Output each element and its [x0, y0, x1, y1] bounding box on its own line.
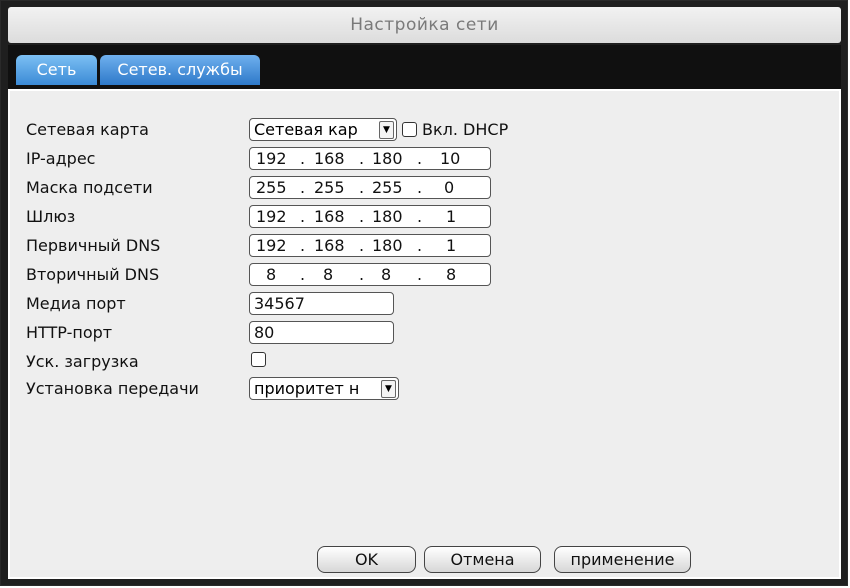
tab-network[interactable]: Сеть [16, 55, 97, 85]
gateway-octet-4[interactable]: 1 [446, 207, 456, 226]
transfer-value: приоритет н [254, 379, 360, 398]
mask-octet-4[interactable]: 0 [444, 178, 454, 197]
mask-octet-3[interactable]: 255 [372, 178, 403, 197]
ok-button[interactable]: OK [317, 546, 416, 573]
dhcp-checkbox[interactable] [402, 122, 417, 137]
chevron-down-icon[interactable]: ▼ [381, 380, 396, 398]
ip-octet-3[interactable]: 180 [372, 149, 403, 168]
dns1-octet-3[interactable]: 180 [372, 236, 403, 255]
http-port-label: HTTP-порт [26, 323, 113, 342]
ip-octet-2[interactable]: 168 [314, 149, 345, 168]
ip-field[interactable]: 192 . 168 . 180 . 10 [249, 147, 491, 170]
network-card-select[interactable]: Сетевая кар ▼ [249, 118, 397, 141]
network-card-value: Сетевая кар [254, 120, 358, 139]
network-card-label: Сетевая карта [26, 120, 149, 139]
mask-field[interactable]: 255 . 255 . 255 . 0 [249, 176, 491, 199]
tab-network-services[interactable]: Сетев. службы [100, 55, 260, 85]
gateway-octet-1[interactable]: 192 [256, 207, 287, 226]
title-bar: Настройка сети [8, 7, 841, 43]
dns2-octet-1[interactable]: 8 [266, 265, 276, 284]
mask-label: Маска подсети [26, 178, 153, 197]
http-port-input[interactable]: 80 [249, 321, 394, 344]
fast-boot-label: Уск. загрузка [26, 352, 139, 371]
fast-boot-checkbox[interactable] [251, 352, 266, 367]
chevron-down-icon[interactable]: ▼ [379, 121, 394, 139]
media-port-label: Медиа порт [26, 294, 126, 313]
dns1-octet-2[interactable]: 168 [314, 236, 345, 255]
gateway-octet-3[interactable]: 180 [372, 207, 403, 226]
ip-octet-1[interactable]: 192 [256, 149, 287, 168]
dns2-octet-3[interactable]: 8 [381, 265, 391, 284]
dns1-label: Первичный DNS [26, 236, 161, 255]
settings-panel: Сетевая карта Сетевая кар ▼ Вкл. DHCP IP… [8, 89, 841, 579]
network-settings-window: Настройка сети Сеть Сетев. службы Сетева… [0, 0, 848, 586]
dns1-field[interactable]: 192 . 168 . 180 . 1 [249, 234, 491, 257]
window-title: Настройка сети [350, 15, 499, 35]
dns2-octet-2[interactable]: 8 [323, 265, 333, 284]
ip-octet-4[interactable]: 10 [440, 149, 460, 168]
transfer-select[interactable]: приоритет н ▼ [249, 377, 399, 400]
dhcp-label: Вкл. DHCP [422, 120, 509, 139]
apply-button[interactable]: применение [554, 546, 691, 573]
tab-bar: Сеть Сетев. службы [8, 45, 841, 89]
mask-octet-2[interactable]: 255 [314, 178, 345, 197]
media-port-input[interactable]: 34567 [249, 292, 394, 315]
dns1-octet-4[interactable]: 1 [446, 236, 456, 255]
dns1-octet-1[interactable]: 192 [256, 236, 287, 255]
dns2-label: Вторичный DNS [26, 265, 160, 284]
gateway-field[interactable]: 192 . 168 . 180 . 1 [249, 205, 491, 228]
gateway-label: Шлюз [26, 207, 76, 226]
dns2-field[interactable]: 8 . 8 . 8 . 8 [249, 263, 491, 286]
gateway-octet-2[interactable]: 168 [314, 207, 345, 226]
mask-octet-1[interactable]: 255 [256, 178, 287, 197]
cancel-button[interactable]: Отмена [424, 546, 541, 573]
transfer-label: Установка передачи [26, 379, 199, 398]
dns2-octet-4[interactable]: 8 [446, 265, 456, 284]
ip-label: IP-адрес [26, 149, 96, 168]
